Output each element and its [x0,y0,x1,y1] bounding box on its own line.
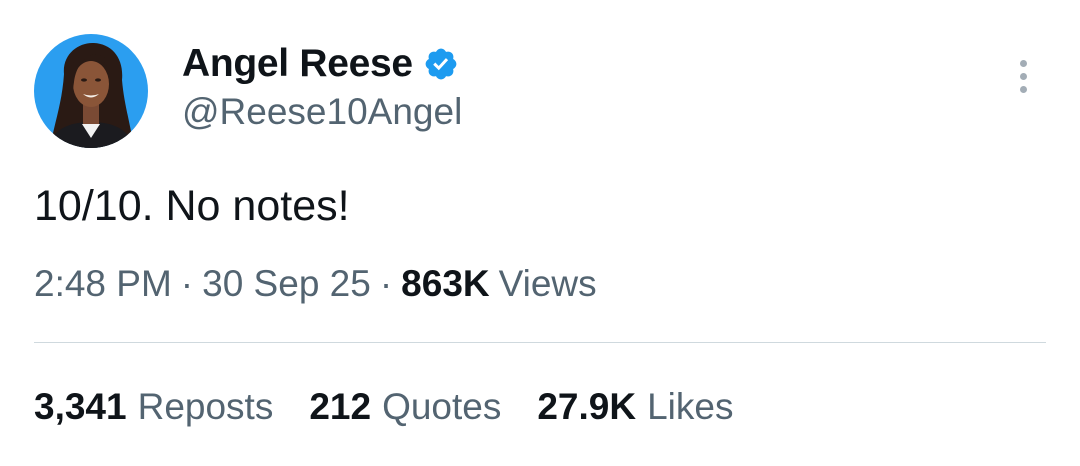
likes-label: Likes [647,386,734,427]
engagement-stats: 3,341 Reposts 212 Quotes 27.9K Likes [34,386,769,428]
verified-badge-icon[interactable] [423,46,459,82]
likes-count: 27.9K [537,386,637,427]
quotes-stat[interactable]: 212 Quotes [309,386,501,428]
more-options-icon[interactable] [1010,60,1036,100]
divider [34,342,1046,343]
tweet-text: 10/10. No notes! [34,182,350,230]
reposts-stat[interactable]: 3,341 Reposts [34,386,273,428]
avatar-image [34,34,148,148]
author-display-name[interactable]: Angel Reese [182,42,413,86]
quotes-count: 212 [309,386,372,427]
tweet-detail: Angel Reese @Reese10Angel 10/10. No note… [0,0,1080,466]
tweet-meta: 2:48 PM · 30 Sep 25 · 863K Views [34,263,597,305]
reposts-label: Reposts [137,386,274,427]
quotes-label: Quotes [382,386,502,427]
profile-avatar[interactable] [34,34,148,148]
reposts-count: 3,341 [34,386,127,427]
meta-separator: · [379,263,393,304]
author-name-row[interactable]: Angel Reese [182,42,459,86]
author-handle[interactable]: @Reese10Angel [182,91,462,133]
views-label: Views [498,263,597,304]
tweet-time[interactable]: 2:48 PM [34,263,172,305]
views-count: 863K [401,263,490,304]
meta-separator: · [180,263,194,304]
tweet-date[interactable]: 30 Sep 25 [202,263,371,305]
likes-stat[interactable]: 27.9K Likes [537,386,733,428]
